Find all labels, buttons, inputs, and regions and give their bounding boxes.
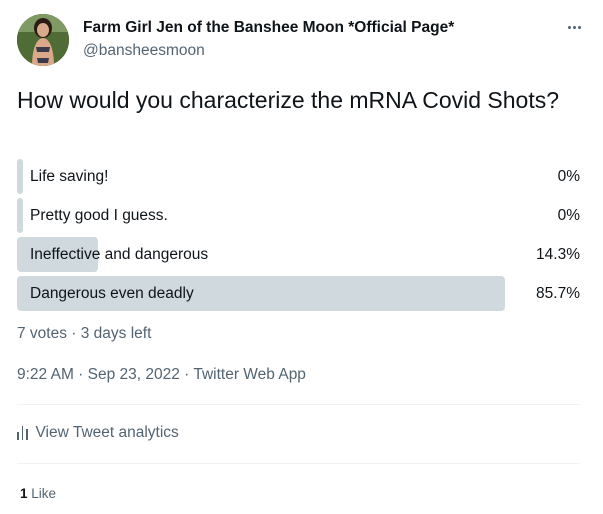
analytics-icon xyxy=(17,426,28,440)
poll-option-label: Pretty good I guess. xyxy=(30,207,168,224)
poll-option: Pretty good I guess. 0% xyxy=(17,198,586,233)
analytics-label: View Tweet analytics xyxy=(35,424,179,441)
poll-option-percent: 0% xyxy=(557,168,580,185)
poll-option-percent: 14.3% xyxy=(536,246,580,263)
poll-option: Life saving! 0% xyxy=(17,159,586,194)
avatar[interactable] xyxy=(17,14,69,66)
divider xyxy=(17,404,580,405)
avatar-image xyxy=(17,14,69,66)
view-analytics-link[interactable]: View Tweet analytics xyxy=(17,424,179,442)
poll: Life saving! 0% Pretty good I guess. 0% … xyxy=(17,159,586,315)
handle[interactable]: @bansheesmoon xyxy=(83,42,205,60)
poll-option: Dangerous even deadly 85.7% xyxy=(17,276,586,311)
poll-option-label: Dangerous even deadly xyxy=(30,285,194,302)
poll-bar xyxy=(17,159,23,194)
likes-count[interactable]: 1 Like xyxy=(20,486,56,501)
poll-bar xyxy=(17,198,23,233)
poll-option-label: Ineffective and dangerous xyxy=(30,246,209,263)
poll-option-percent: 85.7% xyxy=(536,285,580,302)
timestamp[interactable]: 9:22 AM · Sep 23, 2022 · Twitter Web App xyxy=(17,366,306,384)
poll-option-label: Life saving! xyxy=(30,168,109,185)
tweet-text: How would you characterize the mRNA Covi… xyxy=(17,87,560,113)
tweet: Farm Girl Jen of the Banshee Moon *Offic… xyxy=(0,0,603,514)
poll-meta: 7 votes · 3 days left xyxy=(17,325,152,342)
tweet-header: Farm Girl Jen of the Banshee Moon *Offic… xyxy=(17,14,587,70)
more-horizontal-icon[interactable] xyxy=(563,18,585,36)
likes-number: 1 xyxy=(20,486,28,501)
likes-label: Like xyxy=(31,486,57,501)
display-name[interactable]: Farm Girl Jen of the Banshee Moon *Offic… xyxy=(83,19,454,37)
divider xyxy=(17,463,580,464)
poll-option-percent: 0% xyxy=(557,207,580,224)
poll-option: Ineffective and dangerous 14.3% xyxy=(17,237,586,272)
